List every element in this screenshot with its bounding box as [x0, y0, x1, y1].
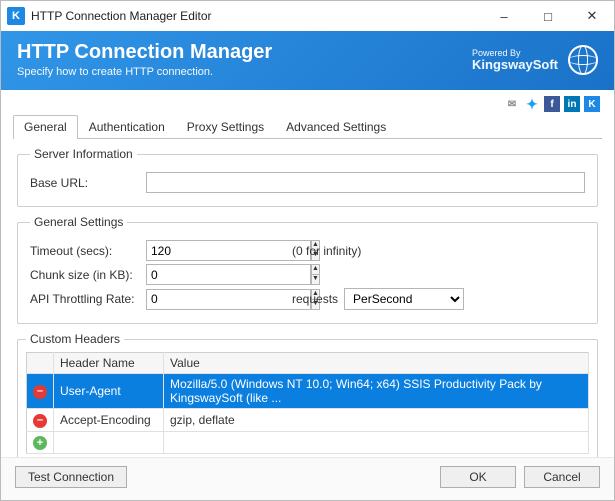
- timeout-input[interactable]: [146, 240, 311, 261]
- throttle-input[interactable]: [146, 289, 311, 310]
- table-row[interactable]: – Accept-Encoding gzip, deflate: [27, 409, 589, 432]
- headers-table: Header Name Value – User-Agent Mozilla/5…: [26, 352, 589, 454]
- chunk-size-stepper[interactable]: ▲▼: [311, 264, 320, 285]
- header-value-cell[interactable]: gzip, deflate: [164, 409, 589, 432]
- header-subtitle: Specify how to create HTTP connection.: [17, 66, 472, 78]
- powered-by: Powered By KingswaySoft: [472, 49, 558, 71]
- maximize-button[interactable]: □: [526, 1, 570, 31]
- tab-strip: General Authentication Proxy Settings Ad…: [13, 114, 602, 139]
- base-url-label: Base URL:: [30, 176, 140, 190]
- table-row[interactable]: – User-Agent Mozilla/5.0 (Windows NT 10.…: [27, 374, 589, 409]
- server-information-legend: Server Information: [30, 147, 137, 161]
- throttle-unit-label: requests: [292, 292, 338, 306]
- custom-headers-legend: Custom Headers: [26, 332, 124, 346]
- delete-row-icon[interactable]: –: [33, 385, 47, 399]
- close-button[interactable]: ✕: [570, 1, 614, 31]
- tab-advanced-settings[interactable]: Advanced Settings: [275, 115, 397, 139]
- kingswaysoft-icon[interactable]: K: [584, 96, 600, 112]
- throttle-period-select[interactable]: PerSecond: [344, 288, 464, 310]
- test-connection-button[interactable]: Test Connection: [15, 466, 127, 488]
- chunk-size-label: Chunk size (in KB):: [30, 268, 140, 282]
- ok-button[interactable]: OK: [440, 466, 516, 488]
- general-settings-legend: General Settings: [30, 215, 127, 229]
- add-row[interactable]: +: [27, 431, 589, 454]
- chunk-size-input[interactable]: [146, 264, 311, 285]
- linkedin-icon[interactable]: in: [564, 96, 580, 112]
- cancel-button[interactable]: Cancel: [524, 466, 600, 488]
- header-name-col: Header Name: [54, 353, 164, 374]
- minimize-button[interactable]: –: [482, 1, 526, 31]
- globe-icon: [568, 45, 598, 75]
- timeout-label: Timeout (secs):: [30, 244, 140, 258]
- add-row-icon[interactable]: +: [33, 436, 47, 450]
- tab-general[interactable]: General: [13, 115, 78, 139]
- twitter-icon[interactable]: ✦: [524, 96, 540, 112]
- server-information-group: Server Information Base URL:: [17, 147, 598, 207]
- tab-authentication[interactable]: Authentication: [78, 115, 176, 139]
- throttle-label: API Throttling Rate:: [30, 292, 140, 306]
- header-banner: HTTP Connection Manager Specify how to c…: [1, 31, 614, 90]
- header-title: HTTP Connection Manager: [17, 41, 472, 64]
- tab-proxy-settings[interactable]: Proxy Settings: [176, 115, 275, 139]
- header-value-col: Value: [164, 353, 589, 374]
- delete-row-icon[interactable]: –: [33, 414, 47, 428]
- header-name-cell[interactable]: User-Agent: [54, 374, 164, 409]
- app-icon: K: [7, 7, 25, 25]
- row-action-col: [27, 353, 54, 374]
- window-title: HTTP Connection Manager Editor: [31, 9, 482, 23]
- timeout-hint: (0 for infinity): [292, 244, 361, 258]
- mail-icon[interactable]: ✉: [504, 96, 520, 112]
- header-value-cell[interactable]: Mozilla/5.0 (Windows NT 10.0; Win64; x64…: [164, 374, 589, 409]
- custom-headers-group: Custom Headers Header Name Value – User-…: [17, 332, 598, 457]
- header-name-cell[interactable]: Accept-Encoding: [54, 409, 164, 432]
- facebook-icon[interactable]: f: [544, 96, 560, 112]
- general-settings-group: General Settings Timeout (secs): ▲▼ (0 f…: [17, 215, 598, 324]
- base-url-input[interactable]: [146, 172, 585, 193]
